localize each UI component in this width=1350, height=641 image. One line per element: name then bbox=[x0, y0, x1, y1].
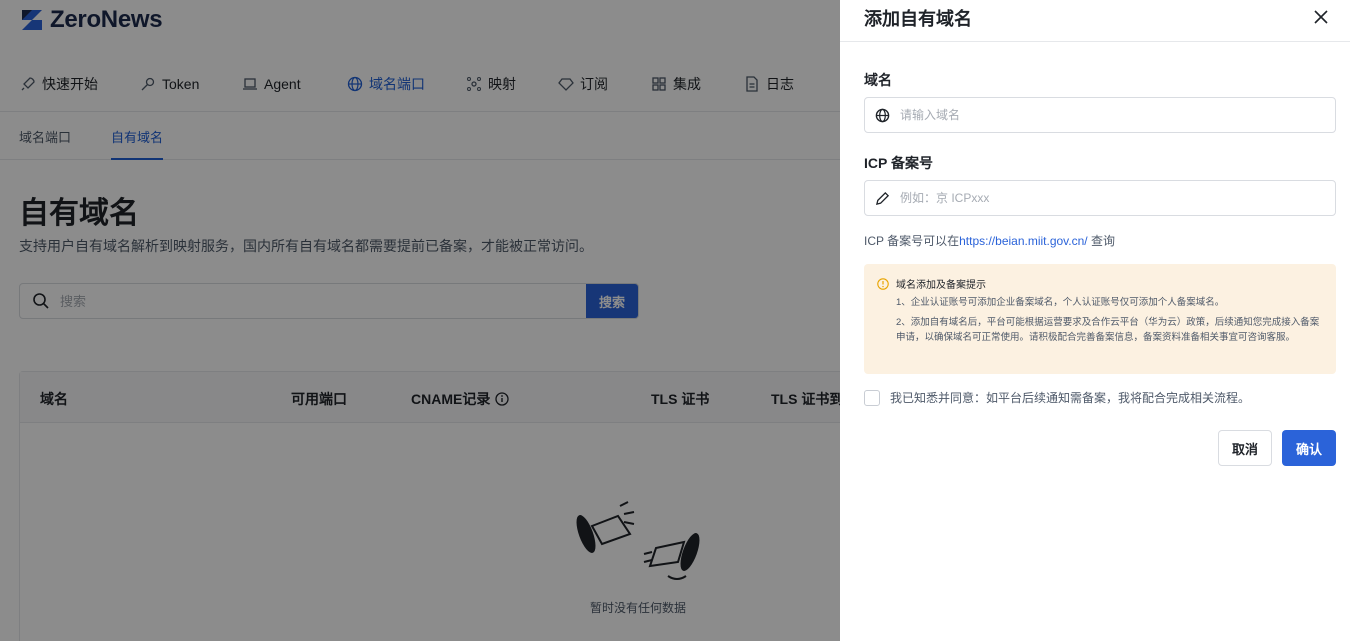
confirm-button[interactable]: 确认 bbox=[1282, 430, 1336, 466]
globe-icon bbox=[875, 108, 890, 122]
notice-line-1: 1、企业认证账号可添加企业备案域名，个人认证账号仅可添加个人备案域名。 bbox=[896, 297, 1225, 308]
notice-line-2: 2、添加自有域名后，平台可能根据运营要求及合作云平台（华为云）政策，后续通知您完… bbox=[896, 317, 1320, 343]
icp-field bbox=[864, 180, 1336, 216]
icp-input[interactable] bbox=[900, 183, 1335, 213]
hint-prefix: ICP 备案号可以在 bbox=[864, 234, 960, 248]
hint-suffix: 查询 bbox=[1087, 234, 1115, 248]
agree-text: 我已知悉并同意：如平台后续通知需备案，我将配合完成相关流程。 bbox=[890, 391, 1251, 405]
modal-overlay[interactable] bbox=[0, 0, 840, 641]
domain-field bbox=[864, 97, 1336, 133]
agree-checkbox[interactable] bbox=[864, 389, 880, 406]
add-domain-drawer: 添加自有域名 域名 ICP 备案号 ICP 备案号可以在https://beia… bbox=[840, 0, 1350, 641]
cancel-button[interactable]: 取消 bbox=[1218, 430, 1272, 466]
filing-notice: 域名添加及备案提示 1、企业认证账号可添加企业备案域名，个人认证账号仅可添加个人… bbox=[864, 264, 1336, 374]
notice-title: 域名添加及备案提示 bbox=[896, 280, 986, 291]
icp-hint: ICP 备案号可以在https://beian.miit.gov.cn/ 查询 bbox=[864, 232, 1115, 249]
drawer-header: 添加自有域名 bbox=[840, 0, 1350, 42]
drawer-title: 添加自有域名 bbox=[864, 9, 972, 29]
warning-icon bbox=[877, 278, 889, 290]
domain-input[interactable] bbox=[900, 100, 1335, 130]
domain-label: 域名 bbox=[864, 72, 892, 88]
close-icon[interactable] bbox=[1312, 8, 1330, 26]
icp-label: ICP 备案号 bbox=[864, 155, 933, 171]
beian-link[interactable]: https://beian.miit.gov.cn/ bbox=[959, 234, 1088, 248]
pencil-icon bbox=[875, 191, 890, 205]
agree-row[interactable]: 我已知悉并同意：如平台后续通知需备案，我将配合完成相关流程。 bbox=[864, 389, 1250, 406]
